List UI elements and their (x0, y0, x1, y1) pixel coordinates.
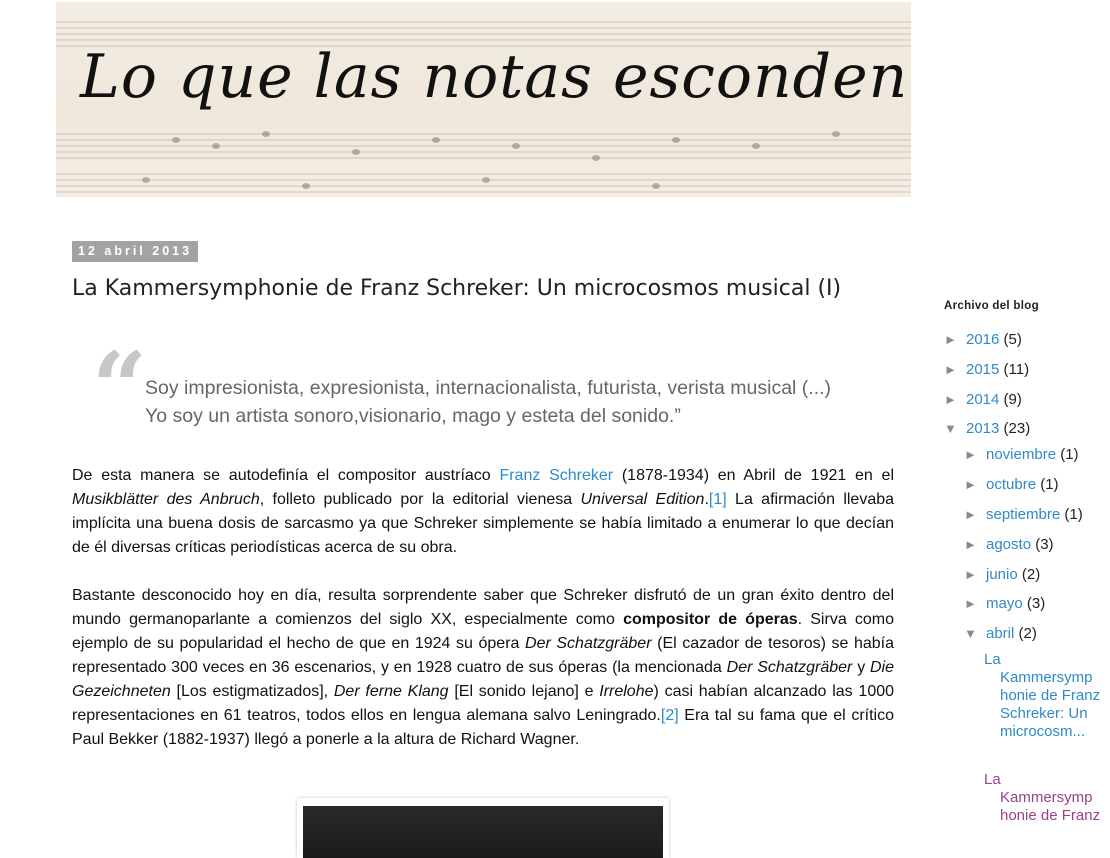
archive-count: (3) (1035, 536, 1054, 553)
post-link-rest: Kammersymp honie de Franz Schreker: Un m… (1000, 669, 1101, 740)
expand-arrow-icon[interactable]: ► (964, 535, 986, 555)
post-link-lead: La (984, 651, 1001, 668)
expand-arrow-icon[interactable]: ► (944, 390, 966, 410)
italic-segment: Der Schatzgräber (726, 659, 853, 676)
franz-schreker-link[interactable]: Franz Schreker (499, 467, 613, 484)
post-paragraph-2: Bastante desconocido hoy en día, resulta… (72, 584, 894, 752)
blog-title[interactable]: Lo que las notas esconden (80, 42, 908, 112)
text-segment: De esta manera se autodefinía el composi… (72, 467, 500, 484)
bold-segment: compositor de óperas (623, 611, 798, 628)
expand-arrow-icon[interactable]: ► (964, 445, 986, 465)
post-date-badge: 12 abril 2013 (72, 241, 199, 262)
archive-count: (1) (1060, 446, 1079, 463)
collapse-arrow-icon[interactable]: ▼ (944, 419, 966, 439)
archive-year-link[interactable]: 2014 (966, 391, 999, 408)
archive-post-link-1[interactable]: La Kammersymp honie de Franz Schreker: Un… (984, 651, 1110, 741)
archive-count: (5) (1003, 331, 1022, 348)
archive-count: (1) (1064, 506, 1083, 523)
text-segment: y (852, 659, 870, 676)
post-blockquote: Soy impresionista, expresionista, intern… (145, 377, 832, 427)
archive-widget-title: Archivo del blog (944, 300, 1039, 312)
archive-count: (2) (1018, 625, 1037, 642)
archive-count: (3) (1026, 595, 1046, 612)
expand-arrow-icon[interactable]: ► (964, 475, 986, 495)
archive-month-link[interactable]: mayo (986, 595, 1023, 612)
post-title[interactable]: La Kammersymphonie de Franz Schreker: Un… (72, 276, 841, 301)
archive-month-link[interactable]: noviembre (986, 446, 1056, 463)
archive-month-link[interactable]: agosto (986, 536, 1031, 553)
blog-header-banner[interactable]: Lo que las notas esconden (56, 2, 911, 197)
archive-month-junio[interactable]: ► junio (2) (964, 565, 1040, 585)
archive-year-2016[interactable]: ► 2016 (5) (944, 330, 1022, 350)
archive-month-abril[interactable]: ▼ abril (2) (964, 624, 1037, 644)
archive-count: (23) (1003, 420, 1031, 437)
archive-post-title[interactable]: La Kammersymp honie de Franz (984, 771, 1110, 825)
italic-segment: Musikblätter des Anbruch (72, 491, 260, 508)
archive-month-link[interactable]: octubre (986, 476, 1036, 493)
photo-image (303, 806, 663, 858)
italic-segment: Der Schatzgräber (525, 635, 652, 652)
archive-count: (2) (1021, 566, 1041, 583)
archive-month-agosto[interactable]: ► agosto (3) (964, 535, 1054, 555)
text-segment: [Los estigmatizados], (170, 683, 334, 700)
archive-count: (9) (1003, 391, 1022, 408)
archive-count: (11) (1003, 361, 1030, 378)
archive-month-link[interactable]: abril (986, 625, 1014, 642)
text-segment: [El sonido lejano] e (448, 683, 600, 700)
italic-segment: Der ferne Klang (333, 683, 449, 700)
archive-year-2014[interactable]: ► 2014 (9) (944, 390, 1022, 410)
text-segment: , folleto publicado por la editorial vie… (259, 491, 581, 508)
expand-arrow-icon[interactable]: ► (964, 594, 986, 614)
archive-post-link-2[interactable]: La Kammersymp honie de Franz (984, 771, 1110, 825)
archive-year-2015[interactable]: ► 2015 (11) (944, 360, 1029, 380)
footnote-link-2[interactable]: [2] (661, 707, 679, 724)
expand-arrow-icon[interactable]: ► (944, 360, 966, 380)
archive-month-mayo[interactable]: ► mayo (3) (964, 594, 1045, 614)
archive-month-link[interactable]: septiembre (986, 506, 1060, 523)
archive-post-title[interactable]: La Kammersymp honie de Franz Schreker: Un… (984, 651, 1110, 741)
archive-month-noviembre[interactable]: ► noviembre (1) (964, 445, 1079, 465)
italic-segment: Irrelohe (599, 683, 654, 700)
expand-arrow-icon[interactable]: ► (964, 565, 986, 585)
archive-month-link[interactable]: junio (986, 566, 1018, 583)
archive-month-octubre[interactable]: ► octubre (1) (964, 475, 1059, 495)
post-paragraph-1: De esta manera se autodefinía el composi… (72, 464, 894, 560)
text-segment: (1878-1934) en Abril de 1921 en el (613, 467, 894, 484)
expand-arrow-icon[interactable]: ► (944, 330, 966, 350)
post-link-lead: La (984, 771, 1001, 788)
archive-count: (1) (1040, 476, 1059, 493)
quote-mark-icon: “ (92, 331, 148, 444)
archive-year-link[interactable]: 2013 (966, 420, 999, 437)
post-photo (297, 798, 669, 858)
expand-arrow-icon[interactable]: ► (964, 505, 986, 525)
footnote-link-1[interactable]: [1] (709, 491, 727, 508)
collapse-arrow-icon[interactable]: ▼ (964, 624, 986, 644)
archive-year-link[interactable]: 2015 (966, 361, 999, 378)
archive-year-2013[interactable]: ▼ 2013 (23) (944, 419, 1030, 439)
italic-segment: Universal Edition (580, 491, 705, 508)
archive-year-link[interactable]: 2016 (966, 331, 999, 348)
archive-month-septiembre[interactable]: ► septiembre (1) (964, 505, 1083, 525)
post-link-rest: Kammersymp honie de Franz (1000, 789, 1101, 824)
